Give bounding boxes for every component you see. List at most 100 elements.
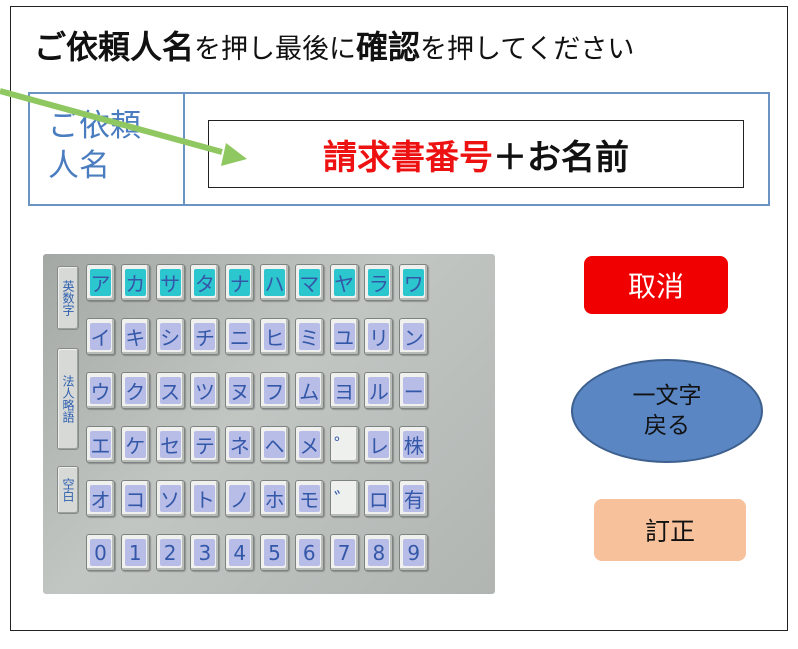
keyboard-key-label: ゜ — [333, 431, 355, 458]
side-key[interactable]: 空白 — [57, 466, 79, 514]
keyboard-key-label: カ — [124, 269, 146, 296]
correct-button-label: 訂正 — [644, 517, 695, 546]
keyboard-key-label: ワ — [403, 269, 425, 296]
keyboard-key[interactable]: ル — [364, 372, 394, 409]
keyboard-key-label: ヒ — [264, 323, 285, 350]
keyboard-key-label: ン — [403, 323, 425, 350]
keyboard-key[interactable]: ソ — [155, 480, 185, 517]
requester-name-input[interactable]: 請求書番号 ＋お名前 — [208, 120, 744, 188]
keyboard-key-label: 7 — [333, 539, 355, 566]
keyboard-key-label: 株 — [403, 431, 425, 458]
backspace-button[interactable]: 一文字 戻る — [571, 359, 763, 463]
keyboard-key-label: レ — [368, 431, 390, 458]
keyboard-key[interactable]: オ — [86, 480, 115, 517]
keyboard-key[interactable]: ゜ — [329, 426, 359, 463]
keyboard-key-label: ユ — [333, 323, 355, 350]
keyboard-key[interactable]: ネ — [225, 426, 255, 463]
keyboard-key[interactable]: 9 — [399, 534, 429, 571]
keyboard-key-label: ニ — [229, 323, 251, 350]
keyboard-key[interactable]: 3 — [190, 534, 220, 571]
keyboard-key[interactable]: ゛ — [329, 480, 359, 517]
keyboard-key[interactable]: ア — [86, 264, 115, 301]
keyboard-key-label: ケ — [124, 431, 146, 458]
keyboard-key[interactable]: モ — [294, 480, 324, 517]
keyboard-key[interactable]: イ — [86, 318, 115, 355]
keyboard-key[interactable]: ム — [294, 372, 324, 409]
keyboard-key[interactable]: 1 — [120, 534, 150, 571]
keyboard-key[interactable]: ン — [399, 318, 429, 355]
keyboard-key[interactable]: ノ — [225, 480, 255, 517]
keyboard-key[interactable]: 株 — [399, 426, 429, 463]
keyboard-key[interactable]: ユ — [329, 318, 359, 355]
keyboard-key[interactable]: ラ — [364, 264, 394, 301]
keyboard-key-label: ト — [194, 485, 216, 512]
keyboard-key[interactable]: カ — [120, 264, 150, 301]
keyboard-key[interactable]: ヤ — [329, 264, 359, 301]
keyboard-key-label: 3 — [194, 539, 216, 566]
keyboard-key[interactable]: ニ — [225, 318, 255, 355]
keyboard-key[interactable]: コ — [120, 480, 150, 517]
keyboard-key-label: ス — [159, 377, 181, 404]
keyboard-key-label: テ — [194, 431, 216, 458]
cancel-button-label: 取消 — [627, 270, 684, 303]
keyboard-key[interactable]: 有 — [399, 480, 429, 517]
keyboard-key-label: ウ — [90, 377, 111, 404]
keyboard-key-label: エ — [90, 431, 111, 458]
keyboard-key[interactable]: 6 — [294, 534, 324, 571]
keyboard-key[interactable]: ヘ — [260, 426, 289, 463]
keyboard-key[interactable]: エ — [86, 426, 115, 463]
keyboard-key[interactable]: ツ — [190, 372, 220, 409]
keyboard-key[interactable]: ス — [155, 372, 185, 409]
keyboard-key[interactable]: キ — [120, 318, 150, 355]
keyboard-key-label: ハ — [264, 269, 285, 296]
kana-keyboard-photo[interactable]: 英数字法人略語空白 アカサタナハマヤラワイキシチニヒミユリンウクスツヌフムヨルーエ… — [43, 254, 495, 594]
keyboard-key-label: サ — [159, 269, 181, 296]
keyboard-key[interactable]: ヌ — [225, 372, 255, 409]
keyboard-key[interactable]: チ — [190, 318, 220, 355]
keyboard-key[interactable]: レ — [364, 426, 394, 463]
keyboard-key[interactable]: 8 — [364, 534, 394, 571]
cancel-button[interactable]: 取消 — [584, 256, 728, 314]
field-value-invoice-number: 請求書番号 — [323, 137, 493, 178]
keyboard-key[interactable]: ー — [399, 372, 429, 409]
keyboard-key[interactable]: タ — [190, 264, 220, 301]
keyboard-key[interactable]: セ — [155, 426, 185, 463]
keyboard-key[interactable]: 5 — [260, 534, 289, 571]
keyboard-key-label: ゛ — [333, 485, 355, 512]
keyboard-key[interactable]: 0 — [86, 534, 115, 571]
field-label-line1: ご依頼 — [48, 108, 141, 144]
keyboard-key[interactable]: ロ — [364, 480, 394, 517]
keyboard-key[interactable]: マ — [294, 264, 324, 301]
keyboard-key[interactable]: サ — [155, 264, 185, 301]
side-key[interactable]: 法人略語 — [57, 348, 79, 450]
keyboard-key[interactable]: ワ — [399, 264, 429, 301]
keyboard-key[interactable]: ホ — [260, 480, 289, 517]
correct-button[interactable]: 訂正 — [594, 499, 746, 561]
keyboard-key[interactable]: テ — [190, 426, 220, 463]
instruction-keyword-requester: ご依頼人名 — [34, 28, 195, 66]
instruction-text-press: を押し最後に — [194, 34, 357, 65]
keyboard-key-label: 0 — [90, 539, 111, 566]
keyboard-key[interactable]: ク — [120, 372, 150, 409]
keyboard-key[interactable]: ウ — [86, 372, 115, 409]
keyboard-key[interactable]: ミ — [294, 318, 324, 355]
keyboard-key[interactable]: シ — [155, 318, 185, 355]
keyboard-key-label: 8 — [368, 539, 390, 566]
keyboard-key[interactable]: メ — [294, 426, 324, 463]
keyboard-key[interactable]: ヨ — [329, 372, 359, 409]
keyboard-key[interactable]: フ — [260, 372, 289, 409]
keyboard-key[interactable]: ハ — [260, 264, 289, 301]
side-key[interactable]: 英数字 — [57, 266, 79, 330]
keyboard-key[interactable]: 7 — [329, 534, 359, 571]
keyboard-key[interactable]: リ — [364, 318, 394, 355]
keyboard-key[interactable]: 4 — [225, 534, 255, 571]
keyboard-key[interactable]: ナ — [225, 264, 255, 301]
keyboard-key[interactable]: ケ — [120, 426, 150, 463]
keyboard-key[interactable]: ヒ — [260, 318, 289, 355]
instruction-keyword-confirm: 確認 — [356, 28, 421, 66]
keyboard-key[interactable]: 2 — [155, 534, 185, 571]
keyboard-key-label: ー — [403, 377, 425, 404]
keyboard-key-label: オ — [90, 485, 111, 512]
keyboard-key[interactable]: ト — [190, 480, 220, 517]
instruction-text: ご依頼人名を押し最後に確認を押してください — [34, 22, 634, 68]
